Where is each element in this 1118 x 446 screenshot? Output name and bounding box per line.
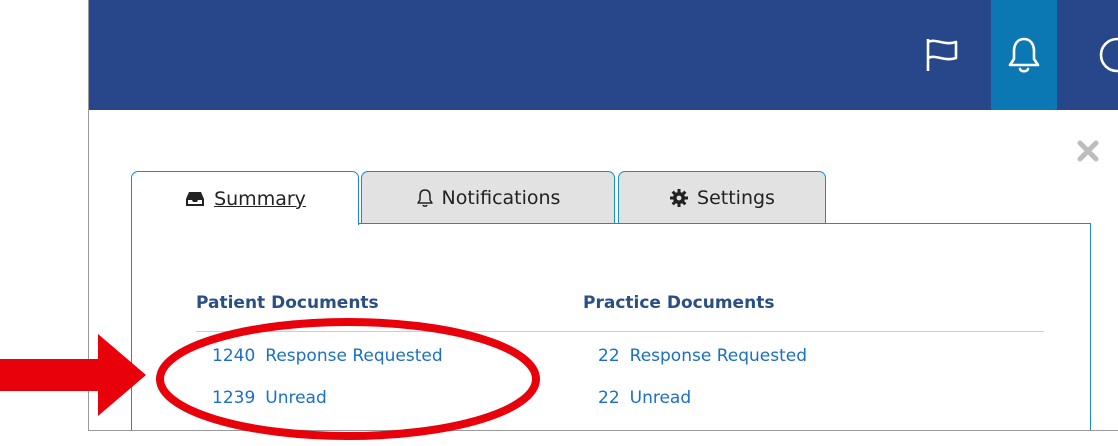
bell-icon (1008, 37, 1040, 73)
circle-icon (1099, 37, 1118, 73)
close-icon (1077, 140, 1099, 162)
practice-response-requested-count: 22 (598, 346, 620, 366)
annotation-arrow (0, 334, 146, 416)
practice-documents-heading: Practice Documents (583, 293, 775, 313)
flag-button[interactable] (909, 0, 975, 110)
flag-icon (926, 39, 958, 71)
help-button[interactable] (1081, 0, 1118, 110)
notifications-bell-button[interactable] (991, 0, 1057, 110)
tab-summary[interactable]: Summary (131, 171, 359, 225)
practice-response-requested-link[interactable]: 22 Response Requested (598, 346, 807, 366)
bell-icon (416, 188, 434, 208)
close-button[interactable] (1073, 136, 1103, 166)
top-navigation-bar (89, 0, 1118, 110)
practice-unread-count: 22 (598, 388, 620, 408)
tab-summary-label: Summary (214, 187, 306, 210)
tab-notifications[interactable]: Notifications (361, 171, 615, 223)
practice-response-requested-label: Response Requested (629, 346, 807, 366)
tab-settings[interactable]: Settings (618, 171, 826, 223)
practice-unread-label: Unread (629, 388, 692, 408)
annotation-ellipse (156, 318, 540, 440)
tab-notifications-label: Notifications (441, 186, 561, 209)
gear-icon (669, 188, 689, 208)
tab-settings-label: Settings (697, 186, 775, 209)
inbox-icon (184, 190, 206, 208)
practice-unread-link[interactable]: 22 Unread (598, 388, 691, 408)
patient-documents-heading: Patient Documents (196, 293, 379, 313)
